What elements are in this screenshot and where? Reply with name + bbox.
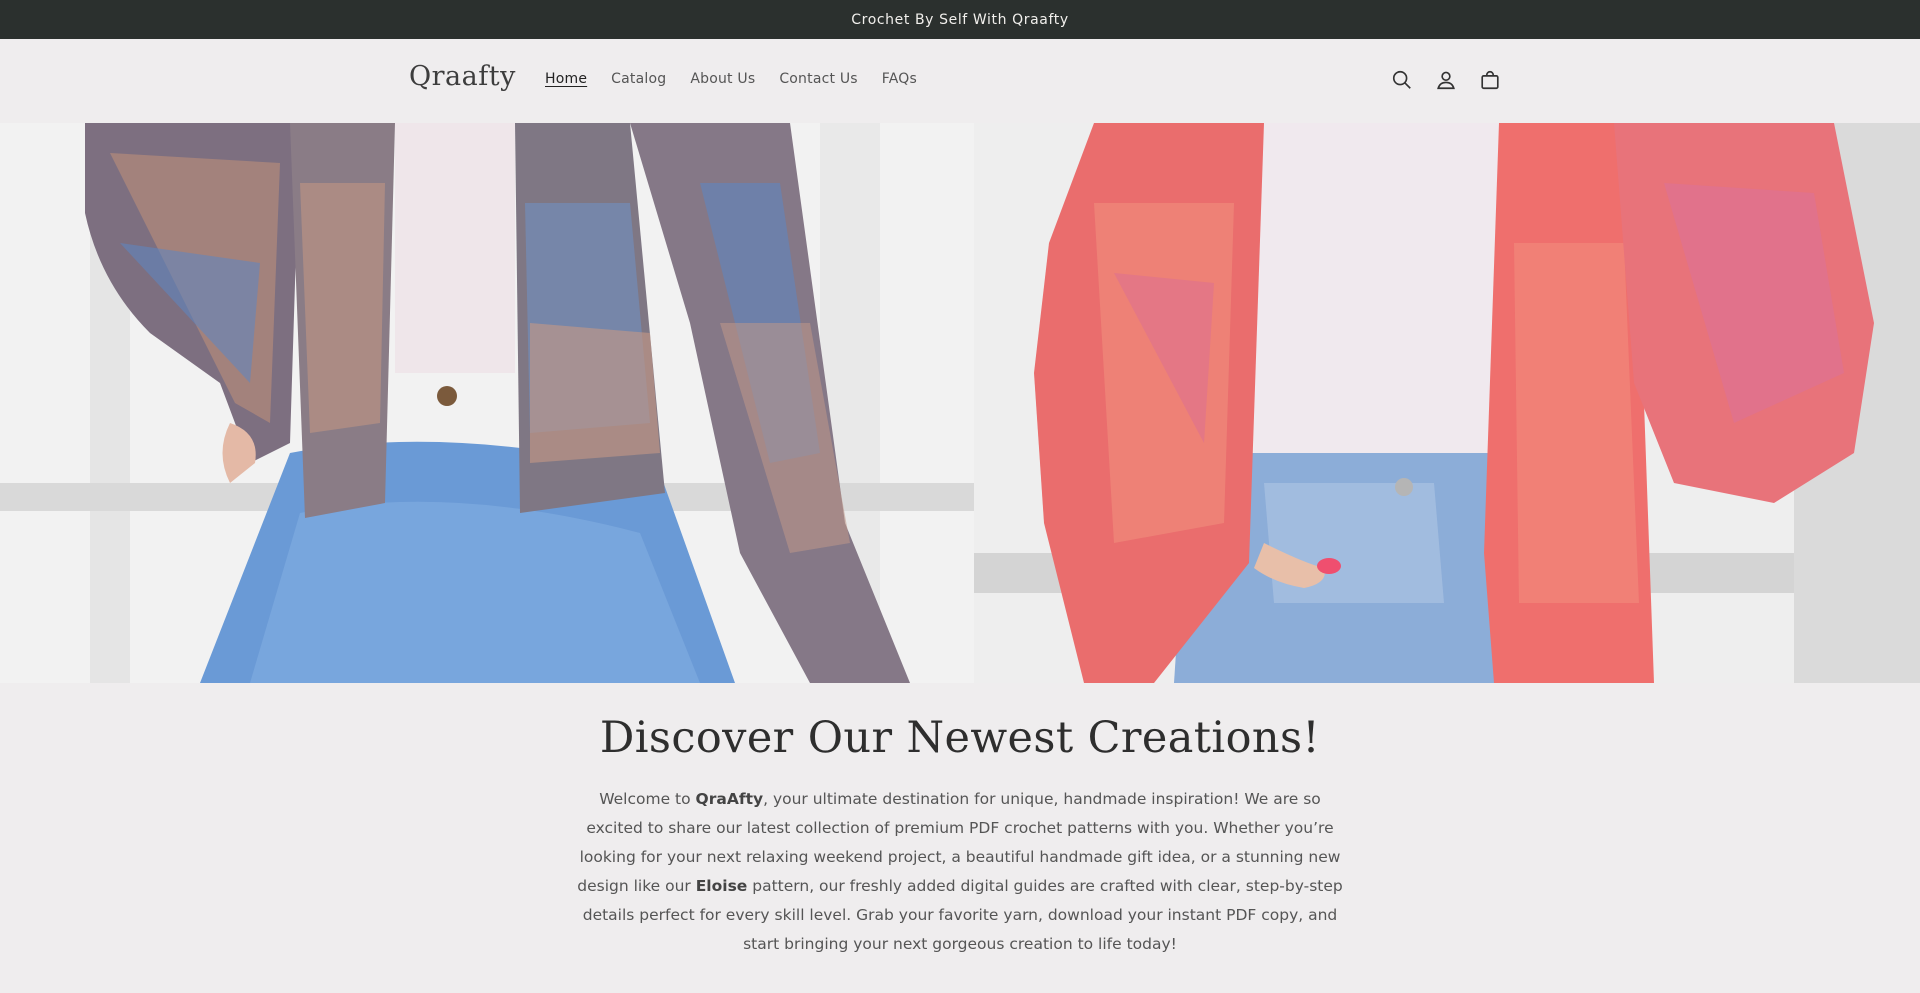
intro-pattern-name: Eloise (695, 877, 748, 895)
site-header: Qraafty Home Catalog About Us Contact Us… (0, 39, 1920, 123)
page-title: Discover Our Newest Creations! (599, 713, 1321, 763)
pink-crochet-cardigan-image (974, 123, 1920, 683)
account-icon[interactable] (1434, 68, 1458, 92)
header-icons (1390, 68, 1502, 92)
main-content: Discover Our Newest Creations! Welcome t… (0, 683, 1920, 993)
nav-faqs[interactable]: FAQs (882, 71, 917, 87)
cart-icon[interactable] (1478, 68, 1502, 92)
announcement-bar: Crochet By Self With Qraafty (0, 0, 1920, 39)
main-nav: Home Catalog About Us Contact Us FAQs (545, 71, 941, 87)
intro-brand: QraAfty (695, 790, 764, 808)
multicolor-crochet-cardigan-image (0, 123, 974, 683)
announcement-text: Crochet By Self With Qraafty (851, 11, 1069, 28)
nav-about-us[interactable]: About Us (690, 71, 755, 87)
search-icon[interactable] (1390, 68, 1414, 92)
hero-banner (0, 123, 1920, 683)
nav-contact-us[interactable]: Contact Us (779, 71, 857, 87)
site-logo[interactable]: Qraafty (409, 61, 516, 92)
intro-paragraph: Welcome to QraAfty, your ultimate destin… (570, 785, 1350, 959)
nav-home[interactable]: Home (545, 71, 587, 87)
intro-text-1: Welcome to (599, 790, 696, 808)
nav-catalog[interactable]: Catalog (611, 71, 666, 87)
